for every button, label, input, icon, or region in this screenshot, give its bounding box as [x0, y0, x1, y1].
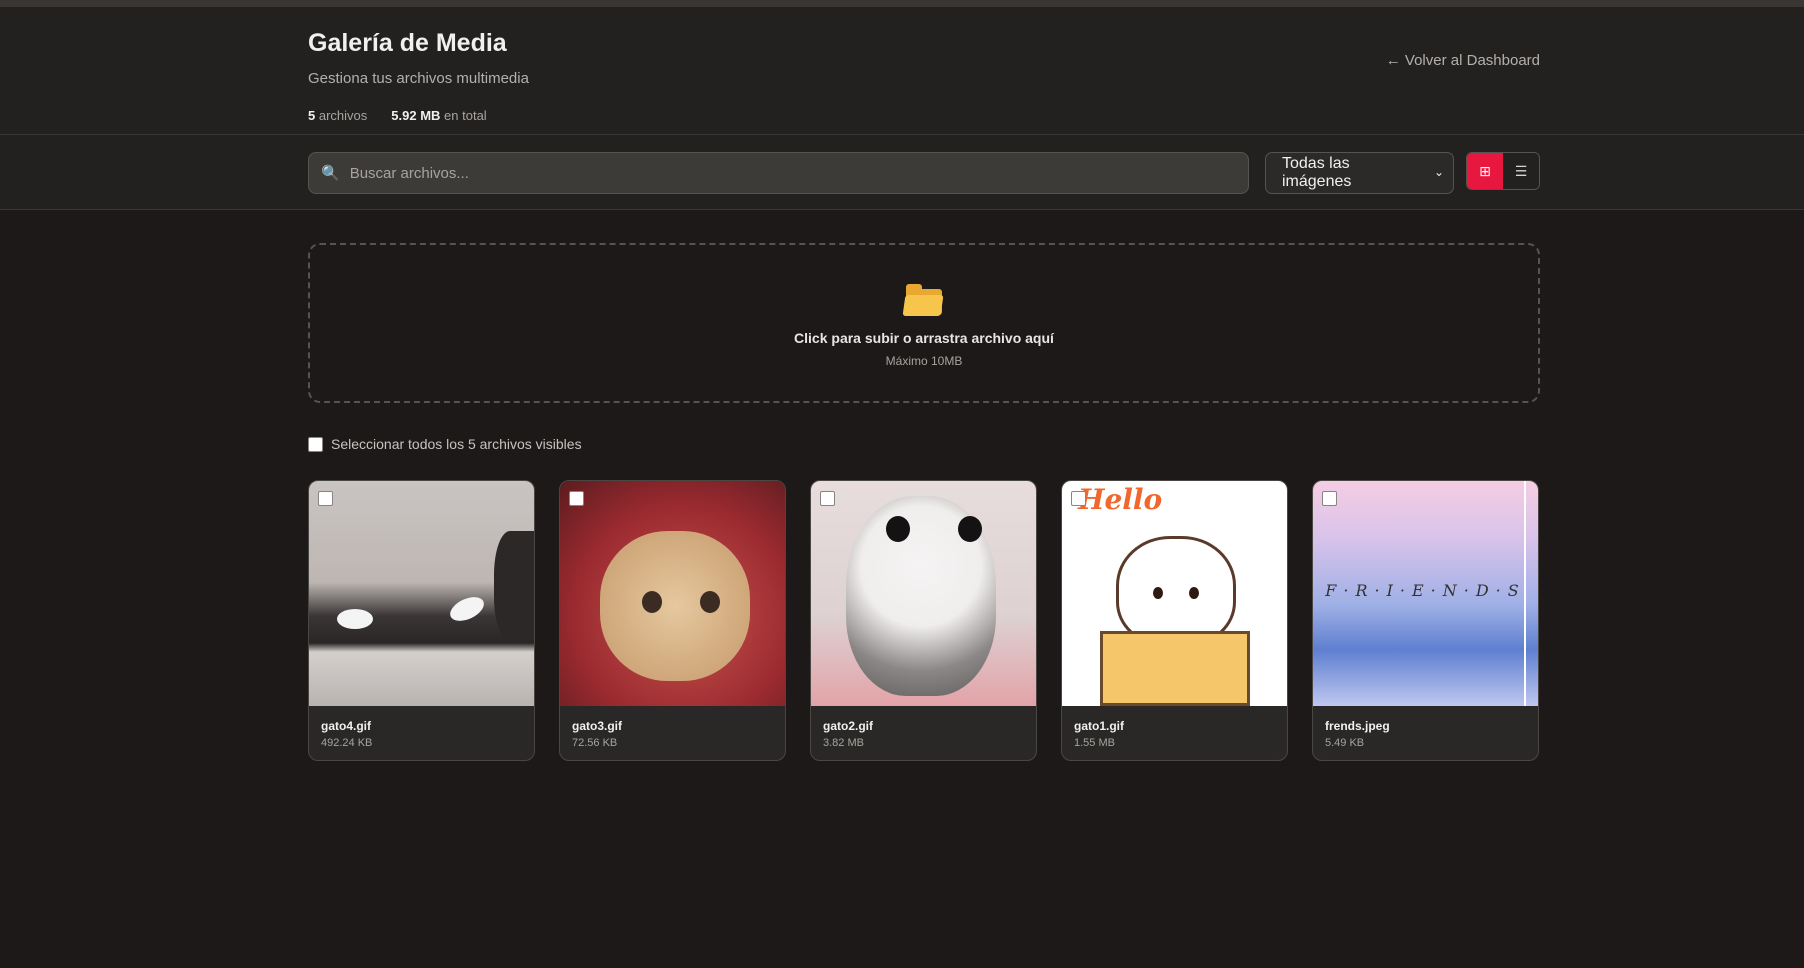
stats-bar: 5 archivos 5.92 MB en total	[308, 108, 487, 123]
file-size: 72.56 KB	[572, 737, 618, 749]
file-count-stat: 5 archivos	[308, 108, 367, 123]
card-checkbox[interactable]	[1071, 491, 1086, 506]
list-view-button[interactable]: ☰	[1503, 153, 1539, 189]
file-count-value: 5	[308, 108, 316, 123]
toolbar: 🔍 Todas las imágenes ⌄ ⊞ ☰	[0, 135, 1804, 210]
dropzone-limit: Máximo 10MB	[885, 354, 963, 368]
type-filter-select[interactable]: Todas las imágenes ⌄	[1265, 152, 1454, 194]
thumbnail-overlay-text: F·R·I·E·N·D·S	[1325, 581, 1526, 600]
card-checkbox[interactable]	[820, 491, 835, 506]
thumbnail-image	[309, 481, 534, 706]
folder-icon	[902, 284, 944, 316]
file-name: gato3.gif	[572, 719, 622, 733]
file-name: gato4.gif	[321, 719, 371, 733]
card-checkbox[interactable]	[318, 491, 333, 506]
select-all-checkbox[interactable]	[308, 436, 323, 452]
thumbnail-image: F·R·I·E·N·D·S	[1313, 481, 1538, 706]
thumbnail-image	[811, 481, 1036, 706]
search-input[interactable]	[349, 164, 1248, 182]
page-subtitle: Gestiona tus archivos multimedia	[308, 70, 529, 87]
select-all-label: Seleccionar todos los 5 archivos visible…	[331, 436, 582, 452]
select-all-row: Seleccionar todos los 5 archivos visible…	[308, 436, 582, 452]
media-card[interactable]: gato3.gif 72.56 KB	[559, 480, 786, 761]
media-card[interactable]: F·R·I·E·N·D·S frends.jpeg 5.49 KB	[1312, 480, 1539, 761]
total-size-label: en total	[444, 108, 487, 123]
file-name: frends.jpeg	[1325, 719, 1390, 733]
list-view-icon: ☰	[1514, 162, 1528, 179]
total-size-value: 5.92 MB	[391, 108, 441, 123]
view-toggle: ⊞ ☰	[1466, 152, 1540, 190]
search-icon: 🔍	[321, 165, 340, 182]
back-to-dashboard-link[interactable]: ← Volver al Dashboard	[1386, 52, 1540, 69]
file-name: gato2.gif	[823, 719, 873, 733]
card-checkbox[interactable]	[569, 491, 584, 506]
total-size-stat: 5.92 MB en total	[391, 108, 486, 123]
search-box[interactable]: 🔍	[308, 152, 1249, 194]
file-size: 492.24 KB	[321, 737, 373, 749]
thumbnail-image	[560, 481, 785, 706]
file-name: gato1.gif	[1074, 719, 1124, 733]
page-title: Galería de Media	[308, 29, 507, 57]
top-border	[0, 0, 1804, 7]
media-grid: gato4.gif 492.24 KB gato3.gif 72.56 KB g…	[308, 480, 1540, 761]
card-checkbox[interactable]	[1322, 491, 1337, 506]
thumbnail-image: Hello	[1062, 481, 1287, 706]
file-count-label: archivos	[318, 108, 368, 123]
file-size: 1.55 MB	[1074, 737, 1115, 749]
media-card[interactable]: Hello gato1.gif 1.55 MB	[1061, 480, 1288, 761]
page-header: Galería de Media Gestiona tus archivos m…	[0, 7, 1804, 135]
chevron-down-icon: ⌄	[1433, 165, 1444, 179]
thumbnail-overlay-text: Hello	[1078, 483, 1163, 516]
file-size: 5.49 KB	[1325, 737, 1365, 749]
grid-view-icon: ⊞	[1479, 162, 1491, 179]
type-filter-value: Todas las imágenes	[1282, 155, 1352, 190]
dropzone-title: Click para subir o arrastra archivo aquí	[794, 330, 1054, 346]
media-card[interactable]: gato2.gif 3.82 MB	[810, 480, 1037, 761]
file-size: 3.82 MB	[823, 737, 864, 749]
grid-view-button[interactable]: ⊞	[1467, 153, 1503, 189]
upload-dropzone[interactable]: Click para subir o arrastra archivo aquí…	[308, 243, 1540, 403]
media-card[interactable]: gato4.gif 492.24 KB	[308, 480, 535, 761]
